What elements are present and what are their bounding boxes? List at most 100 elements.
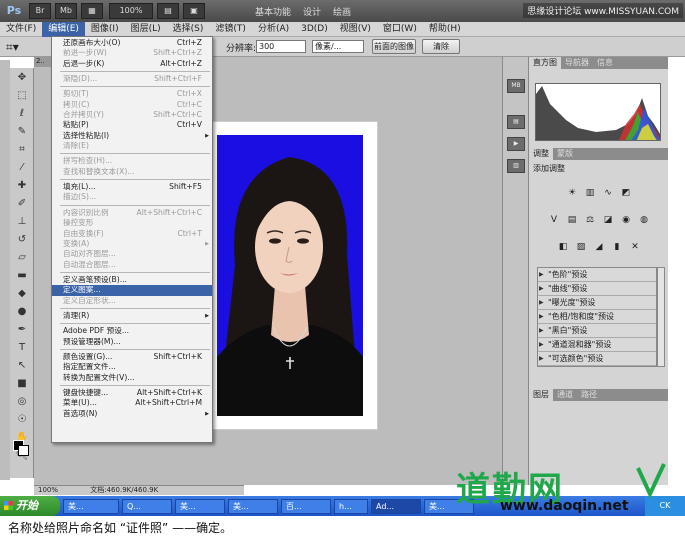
preset-item[interactable]: "色阶"预设 xyxy=(538,268,656,282)
screen-mode-icon[interactable]: ▣ xyxy=(183,3,205,19)
menu-7[interactable]: 3D(D) xyxy=(295,22,334,37)
move-tool-icon[interactable]: ✥ xyxy=(11,70,33,86)
front-image-button[interactable]: 前面的图像 xyxy=(372,39,416,54)
menu-1[interactable]: 编辑(E) xyxy=(42,21,85,37)
workspace-design[interactable]: 设计 xyxy=(303,5,321,18)
taskbar-window-button[interactable]: 美... xyxy=(228,498,278,514)
edit-menu-item[interactable]: 后退一步(K) Alt+Ctrl+Z xyxy=(52,59,212,69)
histogram-group-tab-1[interactable]: 导航器 xyxy=(561,57,593,69)
edit-menu-item[interactable]: 转换为配置文件(V)... xyxy=(52,373,212,383)
taskbar-window-button[interactable]: Ad... xyxy=(371,498,421,514)
status-zoom[interactable]: 100% xyxy=(38,486,58,494)
type-tool-icon[interactable]: T xyxy=(11,340,33,356)
menu-5[interactable]: 滤镜(T) xyxy=(209,22,252,37)
lasso-tool-icon[interactable]: ℓ xyxy=(11,106,33,122)
preset-item[interactable]: "曝光度"预设 xyxy=(538,296,656,310)
shape-tool-icon[interactable]: ■ xyxy=(11,376,33,392)
eraser-tool-icon[interactable]: ▱ xyxy=(11,250,33,266)
resolution-unit-select[interactable]: 像素/... xyxy=(312,40,364,53)
taskbar-window-button[interactable]: Q... xyxy=(122,498,172,514)
preset-item[interactable]: "可选颜色"预设 xyxy=(538,352,656,366)
clear-button[interactable]: 清除 xyxy=(422,39,460,54)
adjustments-group-tab-0[interactable]: 调整 xyxy=(529,148,553,160)
presets-scrollbar[interactable] xyxy=(657,267,665,367)
preset-item[interactable]: "通道混和器"预设 xyxy=(538,338,656,352)
channel-mixer-icon[interactable]: ◍ xyxy=(637,214,651,226)
edit-menu-item[interactable]: Adobe PDF 预设... xyxy=(52,326,212,336)
edit-menu-item[interactable]: 填充(L)... Shift+F5 xyxy=(52,182,212,192)
taskbar-window-button[interactable]: 美... xyxy=(175,498,225,514)
view-extras-icon[interactable]: ▦ xyxy=(81,3,103,19)
quick-selection-tool-icon[interactable]: ✎ xyxy=(11,124,33,140)
menu-9[interactable]: 窗口(W) xyxy=(377,22,423,37)
path-selection-tool-icon[interactable]: ↖ xyxy=(11,358,33,374)
curves-icon[interactable]: ∿ xyxy=(601,187,615,199)
preset-item[interactable]: "曲线"预设 xyxy=(538,282,656,296)
3d-rotate-tool-icon[interactable]: ◎ xyxy=(11,394,33,410)
gradient-tool-icon[interactable]: ▬ xyxy=(11,268,33,284)
marquee-tool-icon[interactable]: ⬚ xyxy=(11,88,33,104)
edit-menu-item[interactable]: 指定配置文件... xyxy=(52,362,212,372)
histogram-group-tab-0[interactable]: 直方图 xyxy=(529,57,561,69)
crop-tool-icon[interactable]: ⌗ xyxy=(11,142,33,158)
bridge-icon[interactable]: Br xyxy=(29,3,51,19)
arrange-documents-icon[interactable]: ▤ xyxy=(157,3,179,19)
edit-menu-item[interactable]: 选择性粘贴(I) xyxy=(52,131,212,142)
taskbar-window-button[interactable]: 美... xyxy=(63,498,119,514)
workspace-essentials[interactable]: 基本功能 xyxy=(255,5,291,18)
color-balance-icon[interactable]: ⚖ xyxy=(583,214,597,226)
clone-stamp-tool-icon[interactable]: ⊥ xyxy=(11,214,33,230)
crop-tool-preset-icon[interactable]: ⌗▾ xyxy=(6,39,32,55)
exposure-icon[interactable]: ◩ xyxy=(619,187,633,199)
black-white-icon[interactable]: ◪ xyxy=(601,214,615,226)
history-brush-tool-icon[interactable]: ↺ xyxy=(11,232,33,248)
brush-tool-icon[interactable]: ✐ xyxy=(11,196,33,212)
menu-3[interactable]: 图层(L) xyxy=(125,22,167,37)
adjustments-group-tab-1[interactable]: 蒙版 xyxy=(553,148,577,160)
menu-2[interactable]: 图像(I) xyxy=(85,22,125,37)
selective-color-icon[interactable]: ✕ xyxy=(628,241,642,253)
preset-item[interactable]: "黑白"预设 xyxy=(538,324,656,338)
layers-group-tab-1[interactable]: 通道 xyxy=(553,389,577,401)
edit-menu-item[interactable]: 菜单(U)... Alt+Shift+Ctrl+M xyxy=(52,398,212,408)
pen-tool-icon[interactable]: ✒ xyxy=(11,322,33,338)
layers-group-tab-0[interactable]: 图层 xyxy=(529,389,553,401)
hue-saturation-icon[interactable]: ▤ xyxy=(565,214,579,226)
edit-menu-item[interactable]: 定义画笔预设(B)... xyxy=(52,275,212,285)
threshold-icon[interactable]: ◢ xyxy=(592,241,606,253)
preset-item[interactable]: "色相/饱和度"预设 xyxy=(538,310,656,324)
menu-8[interactable]: 视图(V) xyxy=(334,22,377,37)
edit-menu-item[interactable]: 首选项(N) xyxy=(52,409,212,420)
vibrance-icon[interactable]: V xyxy=(547,214,561,226)
start-button[interactable]: 开始 xyxy=(0,496,60,516)
taskbar-window-button[interactable]: 百... xyxy=(281,498,331,514)
info-panel-icon[interactable]: ▥ xyxy=(507,159,525,173)
status-doc-size[interactable]: 文档:460.9K/460.9K xyxy=(90,486,158,494)
photo-filter-icon[interactable]: ◉ xyxy=(619,214,633,226)
dodge-tool-icon[interactable]: ● xyxy=(11,304,33,320)
resolution-input[interactable]: 300 xyxy=(256,40,306,53)
mini-bridge-panel-icon[interactable]: MB xyxy=(507,79,525,93)
healing-brush-tool-icon[interactable]: ✚ xyxy=(11,178,33,194)
menu-10[interactable]: 帮助(H) xyxy=(423,22,467,37)
edit-menu-item[interactable]: 预设管理器(M)... xyxy=(52,337,212,347)
3d-orbit-tool-icon[interactable]: ☉ xyxy=(11,412,33,428)
histogram-group-tab-2[interactable]: 信息 xyxy=(593,57,617,69)
invert-icon[interactable]: ◧ xyxy=(556,241,570,253)
background-color-swatch[interactable] xyxy=(18,445,29,456)
actions-panel-icon[interactable]: ▶ xyxy=(507,137,525,151)
posterize-icon[interactable]: ▨ xyxy=(574,241,588,253)
history-panel-icon[interactable]: ▤ xyxy=(507,115,525,129)
edit-menu-item[interactable]: 粘贴(P) Ctrl+V xyxy=(52,120,212,130)
menu-0[interactable]: 文件(F) xyxy=(0,22,42,37)
levels-icon[interactable]: ▥ xyxy=(583,187,597,199)
edit-menu-item[interactable]: 定义图案... xyxy=(52,285,212,296)
gradient-map-icon[interactable]: ▮ xyxy=(610,241,624,253)
edit-menu-item[interactable]: 清理(R) xyxy=(52,311,212,322)
blur-tool-icon[interactable]: ◆ xyxy=(11,286,33,302)
menu-4[interactable]: 选择(S) xyxy=(167,22,210,37)
eyedropper-tool-icon[interactable]: ⁄ xyxy=(11,160,33,176)
mini-bridge-icon[interactable]: Mb xyxy=(55,3,77,19)
edit-menu-item[interactable]: 还原画布大小(O) Ctrl+Z xyxy=(52,38,212,48)
workspace-painting[interactable]: 绘画 xyxy=(333,5,351,18)
